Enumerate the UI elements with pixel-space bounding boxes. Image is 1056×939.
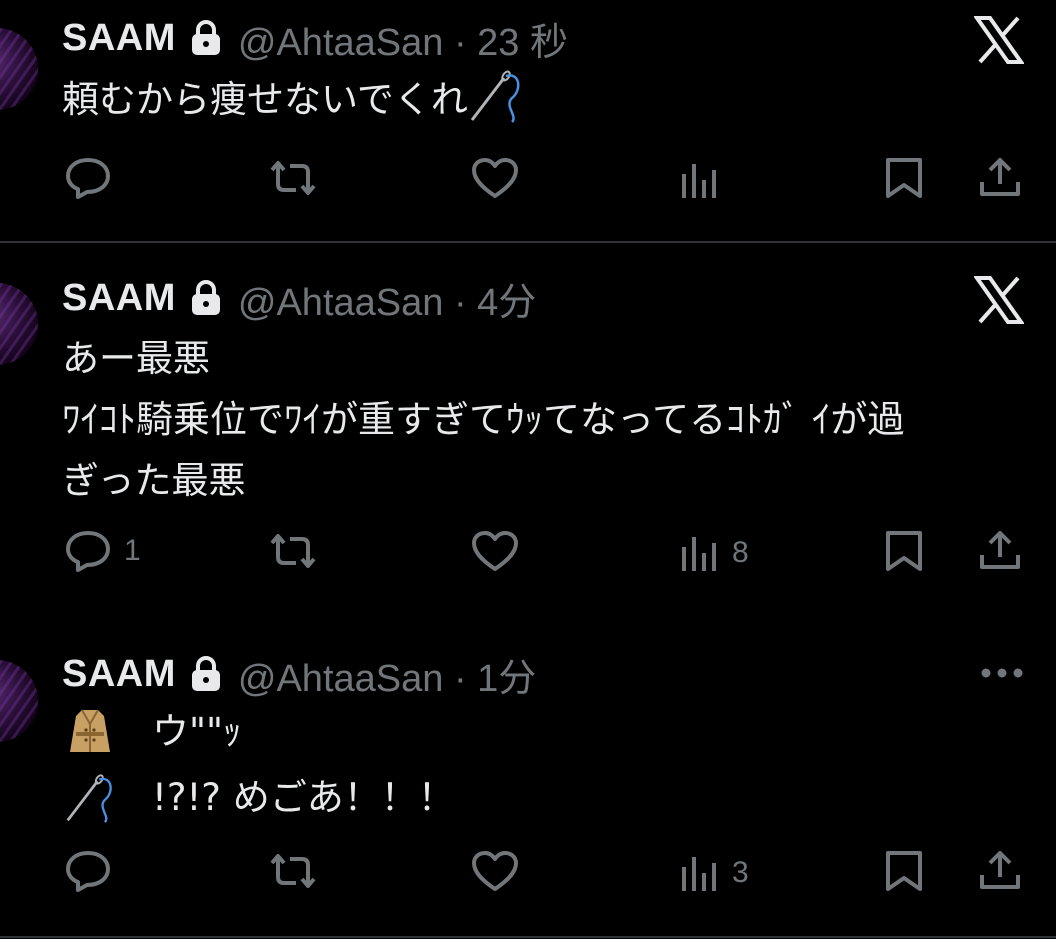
retweet-icon (270, 854, 316, 888)
needle-thread-icon (66, 774, 112, 823)
share-button[interactable] (978, 156, 1022, 200)
tweet-line: ﾜｲｺﾄ騎乗位でﾜｲが重すぎてｳｯてなってるｺﾄｶﾞ ｲが過 (62, 398, 905, 441)
share-icon (980, 531, 1020, 569)
tweet-header: SAAM @AhtaaSan · 1分 (62, 650, 536, 700)
action-bar (0, 150, 1056, 206)
bookmark-button[interactable] (884, 849, 924, 893)
lock-icon (191, 280, 220, 315)
like-button[interactable] (470, 156, 520, 200)
reply-icon (66, 531, 110, 572)
retweet-icon (270, 161, 316, 195)
display-name[interactable]: SAAM (62, 277, 176, 320)
handle-and-time[interactable]: @AhtaaSan · 23 秒 (238, 11, 568, 66)
handle-and-time[interactable]: @AhtaaSan · 1分 (238, 647, 536, 702)
tweet-header: SAAM @AhtaaSan · 4分 (62, 274, 536, 324)
x-logo-icon[interactable] (974, 16, 1024, 64)
like-button[interactable] (470, 529, 520, 573)
avatar[interactable] (0, 28, 38, 110)
handle-and-time[interactable]: @AhtaaSan · 4分 (238, 271, 536, 326)
more-icon[interactable] (980, 665, 1024, 681)
retweet-button[interactable] (266, 851, 320, 891)
reply-count: 1 (124, 534, 141, 567)
reply-icon (66, 851, 110, 892)
share-button[interactable] (978, 849, 1022, 893)
tweet-1[interactable]: SAAM @AhtaaSan · 23 秒 頼むから痩せないでくれ (0, 0, 1056, 241)
lock-icon (191, 656, 220, 691)
views-count: 8 (732, 536, 749, 569)
retweet-button[interactable] (266, 531, 320, 571)
reply-icon (66, 158, 110, 199)
tweet-line-row: ウ""ｯ (64, 699, 455, 765)
tweet-text: ウ""ｯ !?!? めごあ！！！ (64, 699, 455, 831)
views-chart-icon (682, 857, 716, 891)
views-chart-icon (682, 164, 716, 198)
tweet-text: あー最悪 ﾜｲｺﾄ騎乗位でﾜｲが重すぎてｳｯてなってるｺﾄｶﾞ ｲが過 ぎった最… (62, 328, 904, 511)
tweet-text: 頼むから痩せないでくれ (62, 68, 524, 130)
avatar[interactable] (0, 660, 38, 742)
views-button[interactable]: 3 (680, 853, 749, 893)
display-name[interactable]: SAAM (62, 17, 176, 60)
tweet-line: ウ""ｯ (152, 710, 242, 753)
lock-icon (191, 20, 220, 55)
tweet-line: あー最悪 (62, 337, 210, 380)
tweet-line: !?!? めごあ！！！ (152, 776, 455, 819)
avatar[interactable] (0, 283, 38, 365)
views-button[interactable]: 8 (680, 533, 749, 573)
bookmark-icon (886, 851, 922, 891)
views-button[interactable] (680, 160, 732, 200)
divider (0, 936, 1056, 938)
reply-button[interactable] (64, 156, 124, 200)
share-icon (980, 158, 1020, 196)
coat-icon (70, 709, 110, 752)
tweet-3[interactable]: SAAM @AhtaaSan · 1分 ウ""ｯ !?!? めごあ！！！ 3 (0, 629, 1056, 935)
tweet-line: 頼むから痩せないでくれ (62, 78, 468, 121)
share-button[interactable] (978, 529, 1022, 573)
display-name[interactable]: SAAM (62, 653, 176, 696)
reply-button[interactable]: 1 (64, 529, 141, 573)
heart-icon (472, 851, 518, 891)
bookmark-button[interactable] (884, 156, 924, 200)
tweet-2[interactable]: SAAM @AhtaaSan · 4分 あー最悪 ﾜｲｺﾄ騎乗位でﾜｲが重すぎて… (0, 243, 1056, 629)
views-count: 3 (732, 856, 749, 889)
heart-icon (472, 531, 518, 571)
needle-thread-icon (470, 70, 520, 123)
x-logo-icon[interactable] (974, 276, 1024, 324)
bookmark-icon (886, 531, 922, 571)
views-chart-icon (682, 537, 716, 571)
action-bar: 3 (0, 843, 1056, 899)
tweet-line-row: !?!? めごあ！！！ (64, 765, 455, 831)
bookmark-button[interactable] (884, 529, 924, 573)
share-icon (980, 851, 1020, 889)
retweet-button[interactable] (266, 158, 320, 198)
action-bar: 1 8 (0, 523, 1056, 579)
reply-button[interactable] (64, 849, 124, 893)
bookmark-icon (886, 158, 922, 198)
like-button[interactable] (470, 849, 520, 893)
retweet-icon (270, 534, 316, 568)
heart-icon (472, 158, 518, 198)
tweet-header: SAAM @AhtaaSan · 23 秒 (62, 14, 568, 64)
tweet-line: ぎった最悪 (62, 459, 246, 502)
